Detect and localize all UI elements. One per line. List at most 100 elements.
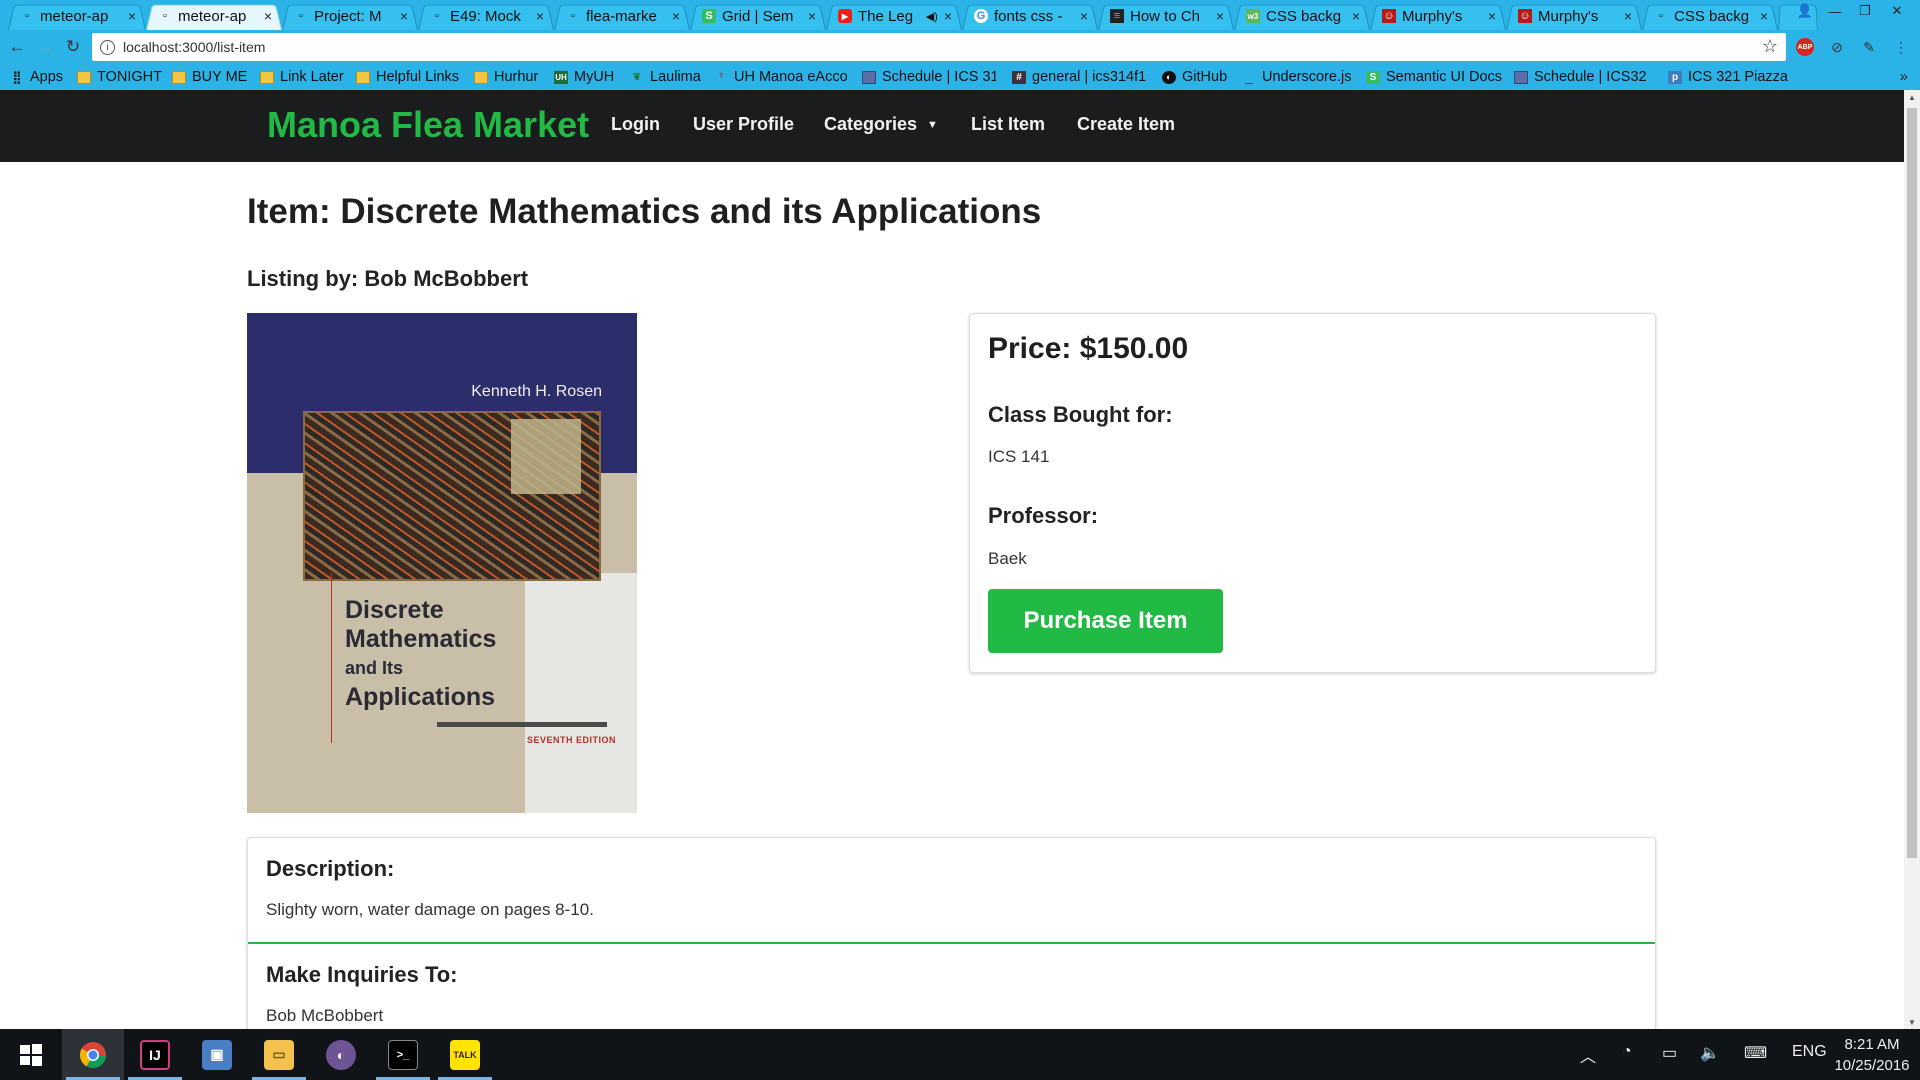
back-icon[interactable]: ← bbox=[6, 36, 28, 58]
piazza-icon: p bbox=[1668, 70, 1682, 84]
slack-icon: # bbox=[1012, 70, 1026, 84]
cover-title: Discrete Mathematics and Its Application… bbox=[345, 596, 497, 711]
nav-categories-dropdown[interactable]: Categories ▼ bbox=[824, 114, 938, 135]
close-tab-icon[interactable]: × bbox=[1080, 8, 1088, 24]
browser-tab[interactable]: ≡ How to Ch × bbox=[1098, 2, 1234, 30]
close-tab-icon[interactable]: × bbox=[1760, 8, 1768, 24]
scroll-thumb[interactable] bbox=[1907, 108, 1917, 858]
extension-icon[interactable]: ⊘ bbox=[1826, 36, 1848, 58]
close-tab-icon[interactable]: × bbox=[1352, 8, 1360, 24]
info-icon[interactable]: i bbox=[100, 39, 115, 55]
nav-user-profile[interactable]: User Profile bbox=[693, 114, 794, 135]
bookmark-schedule-ics32[interactable]: Schedule | ICS32 bbox=[1514, 67, 1648, 87]
bookmarks-bar: ⣿ Apps TONIGHT BUY ME Link Later Helpful … bbox=[0, 64, 1920, 90]
bookmark-underscore[interactable]: _ Underscore.js bbox=[1242, 67, 1351, 87]
eyedropper-icon[interactable]: ✎ bbox=[1858, 36, 1880, 58]
nav-list-item[interactable]: List Item bbox=[971, 114, 1045, 135]
taskbar-terminal[interactable]: >_ bbox=[372, 1029, 434, 1080]
taskbar-file-explorer[interactable]: ▭ bbox=[248, 1029, 310, 1080]
browser-tab[interactable]: ▫ Project: M × bbox=[282, 2, 418, 30]
browser-tab-active[interactable]: ▫ meteor-ap × bbox=[146, 2, 282, 30]
close-tab-icon[interactable]: × bbox=[1216, 8, 1224, 24]
underscore-icon: _ bbox=[1245, 69, 1253, 85]
close-tab-icon[interactable]: × bbox=[128, 8, 136, 24]
page-scrollbar[interactable]: ▲ ▼ bbox=[1904, 90, 1920, 1029]
forward-icon[interactable]: → bbox=[34, 36, 56, 58]
keyboard-icon[interactable]: ⌨ bbox=[1744, 1043, 1767, 1063]
bookmark-piazza[interactable]: p ICS 321 Piazza bbox=[1668, 67, 1788, 87]
class-value: ICS 141 bbox=[988, 447, 1050, 466]
close-window-icon[interactable]: ✕ bbox=[1884, 0, 1910, 22]
reload-icon[interactable]: ↻ bbox=[62, 36, 84, 58]
minimize-icon[interactable]: — bbox=[1822, 0, 1848, 22]
browser-tab[interactable]: ▶ The Leg ◀) × bbox=[826, 2, 962, 30]
more-bookmarks-icon[interactable]: » bbox=[1900, 68, 1908, 85]
url-text: localhost:3000/list-item bbox=[123, 39, 266, 55]
show-hidden-icons-icon[interactable]: ︿ bbox=[1580, 1043, 1596, 1067]
profile-icon[interactable]: 👤 bbox=[1792, 0, 1818, 22]
browser-tab[interactable]: Gfonts css - × bbox=[962, 2, 1098, 30]
volume-icon[interactable]: 🔈 bbox=[1700, 1043, 1720, 1063]
restore-icon[interactable]: ❐ bbox=[1852, 0, 1878, 22]
youtube-icon: ▶ bbox=[838, 9, 852, 23]
system-clock[interactable]: 8:21 AM 10/25/2016 bbox=[1828, 1034, 1916, 1076]
browser-tab[interactable]: w3 CSS backg × bbox=[1234, 2, 1370, 30]
box-icon: ▣ bbox=[202, 1039, 232, 1070]
browser-tab[interactable]: ▫ E49: Mock × bbox=[418, 2, 554, 30]
nav-login[interactable]: Login bbox=[611, 114, 660, 135]
browser-tab[interactable]: ▫ meteor-ap × bbox=[8, 2, 146, 30]
close-tab-icon[interactable]: × bbox=[264, 8, 272, 24]
start-button[interactable] bbox=[0, 1029, 62, 1080]
cover-edition: SEVENTH EDITION bbox=[527, 735, 617, 745]
bookmark-folder[interactable]: Helpful Links bbox=[356, 67, 459, 87]
bookmark-schedule-ics31[interactable]: Schedule | ICS 31 bbox=[862, 67, 996, 87]
bookmark-laulima[interactable]: ❦ Laulima bbox=[630, 67, 701, 87]
item-image: Kenneth H. Rosen Discrete Mathematics an… bbox=[247, 313, 637, 813]
menu-icon[interactable]: ⋮ bbox=[1890, 36, 1912, 58]
stackoverflow-icon: ≡ bbox=[1110, 9, 1124, 23]
bookmark-folder[interactable]: Hurhur bbox=[474, 67, 538, 87]
browser-tab[interactable]: S Grid | Sem × bbox=[690, 2, 826, 30]
adblock-icon[interactable]: ABP bbox=[1796, 38, 1814, 56]
price-card: Price: $150.00 Class Bought for: ICS 141… bbox=[969, 313, 1656, 673]
bookmark-github[interactable]: ◐ GitHub bbox=[1162, 67, 1227, 87]
bookmark-semantic-ui-docs[interactable]: S Semantic UI Docs bbox=[1366, 67, 1502, 87]
scroll-up-icon[interactable]: ▲ bbox=[1904, 90, 1920, 104]
purchase-item-button[interactable]: Purchase Item bbox=[988, 589, 1223, 653]
bookmark-uh-eaccount[interactable]: ˀ UH Manoa eAcco bbox=[714, 67, 850, 87]
audio-playing-icon[interactable]: ◀) bbox=[926, 10, 938, 23]
browser-tab[interactable]: ▫ flea-marke × bbox=[554, 2, 690, 30]
close-tab-icon[interactable]: × bbox=[1624, 8, 1632, 24]
close-tab-icon[interactable]: × bbox=[536, 8, 544, 24]
nav-categories-label: Categories bbox=[824, 114, 918, 134]
nav-create-item[interactable]: Create Item bbox=[1077, 114, 1175, 135]
bookmark-folder[interactable]: Link Later bbox=[260, 67, 344, 87]
close-tab-icon[interactable]: × bbox=[400, 8, 408, 24]
site-brand[interactable]: Manoa Flea Market bbox=[267, 104, 589, 146]
taskbar-intellij[interactable]: IJ bbox=[124, 1029, 186, 1080]
taskbar-virtualbox[interactable]: ▣ bbox=[186, 1029, 248, 1080]
taskbar-chrome[interactable] bbox=[62, 1029, 124, 1080]
wifi-icon[interactable]: ◔ bbox=[1622, 1043, 1632, 1061]
taskbar-github-desktop[interactable]: ◐ bbox=[310, 1029, 372, 1080]
bookmark-star-icon[interactable]: ☆ bbox=[1762, 36, 1778, 57]
scroll-down-icon[interactable]: ▼ bbox=[1904, 1015, 1920, 1029]
murphy-icon: ☺ bbox=[1382, 9, 1396, 23]
bookmark-apps[interactable]: ⣿ Apps bbox=[10, 67, 63, 87]
battery-icon[interactable]: ▭ bbox=[1662, 1043, 1677, 1063]
close-tab-icon[interactable]: × bbox=[672, 8, 680, 24]
browser-tab[interactable]: ☺ Murphy's × bbox=[1370, 2, 1506, 30]
taskbar-kakaotalk[interactable]: TALK bbox=[434, 1029, 496, 1080]
close-tab-icon[interactable]: × bbox=[944, 8, 952, 24]
language-indicator[interactable]: ENG bbox=[1792, 1043, 1827, 1061]
browser-tab[interactable]: ▫ CSS backg × bbox=[1642, 2, 1778, 30]
close-tab-icon[interactable]: × bbox=[1488, 8, 1496, 24]
bookmark-folder[interactable]: BUY ME bbox=[172, 67, 247, 87]
description-value: Slighty worn, water damage on pages 8-10… bbox=[266, 900, 594, 919]
bookmark-myuh[interactable]: UH MyUH bbox=[554, 67, 614, 87]
address-bar[interactable]: i localhost:3000/list-item ☆ bbox=[92, 33, 1786, 61]
close-tab-icon[interactable]: × bbox=[808, 8, 816, 24]
bookmark-folder[interactable]: TONIGHT bbox=[77, 67, 162, 87]
browser-tab[interactable]: ☺ Murphy's × bbox=[1506, 2, 1642, 30]
bookmark-slack-general[interactable]: # general | ics314f1 bbox=[1012, 67, 1150, 87]
